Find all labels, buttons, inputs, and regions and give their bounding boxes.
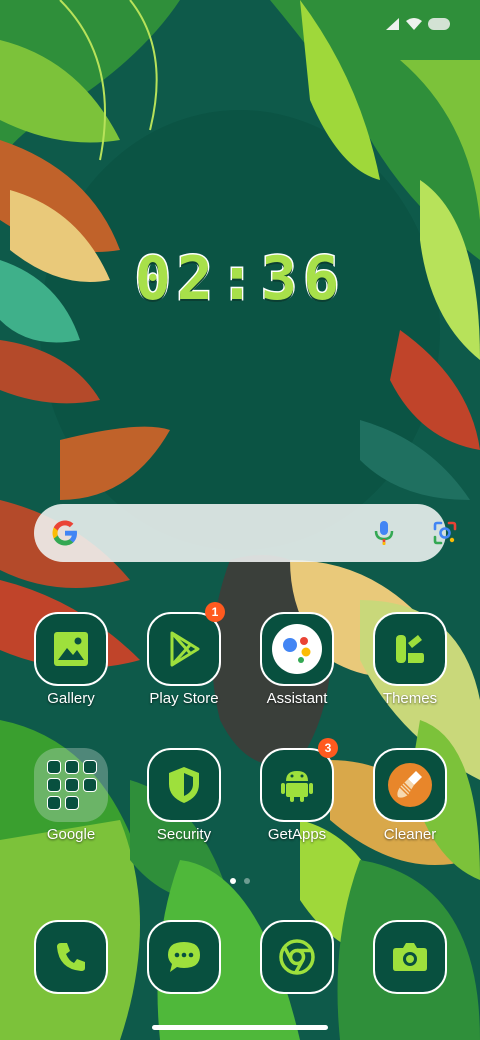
google-lens-icon[interactable]	[432, 520, 458, 546]
app-label: Security	[156, 826, 212, 843]
mini-app-icon	[47, 778, 61, 792]
app-label: Cleaner	[383, 826, 437, 843]
mini-app-icon	[65, 796, 79, 810]
chrome-icon	[260, 920, 334, 994]
page-dot-active	[230, 878, 236, 884]
google-g-icon	[52, 520, 77, 546]
page-dot	[244, 878, 250, 884]
app-label: Themes	[382, 690, 438, 707]
app-label: Gallery	[47, 690, 95, 707]
wifi-icon	[406, 18, 422, 30]
app-label: Google	[46, 826, 96, 843]
mini-app-icon	[47, 796, 61, 810]
notification-badge: 3	[318, 738, 338, 758]
mini-app-icon	[83, 760, 97, 774]
notification-badge: 1	[205, 602, 225, 622]
phone-icon	[34, 920, 108, 994]
mini-app-icon	[65, 760, 79, 774]
mini-app-icon	[47, 760, 61, 774]
gallery-icon	[34, 612, 108, 686]
app-label: Assistant	[266, 690, 328, 707]
google-folder-icon	[34, 748, 108, 822]
status-bar	[386, 18, 450, 30]
clock-widget[interactable]: 02:36	[0, 243, 480, 316]
play-store-icon	[147, 612, 221, 686]
page-indicator	[0, 878, 480, 884]
app-label: Play Store	[149, 690, 219, 707]
app-label: GetApps	[267, 826, 327, 843]
security-shield-icon	[147, 748, 221, 822]
signal-icon	[386, 18, 399, 30]
android-icon	[260, 748, 334, 822]
broom-icon	[373, 748, 447, 822]
microphone-icon[interactable]	[374, 520, 394, 546]
home-gesture-bar[interactable]	[152, 1025, 328, 1030]
assistant-icon	[260, 612, 334, 686]
mini-app-icon	[83, 778, 97, 792]
themes-icon	[373, 612, 447, 686]
battery-icon	[428, 18, 450, 30]
mini-app-icon	[65, 778, 79, 792]
messages-icon	[147, 920, 221, 994]
google-search-bar[interactable]	[34, 504, 457, 562]
camera-icon	[373, 920, 447, 994]
